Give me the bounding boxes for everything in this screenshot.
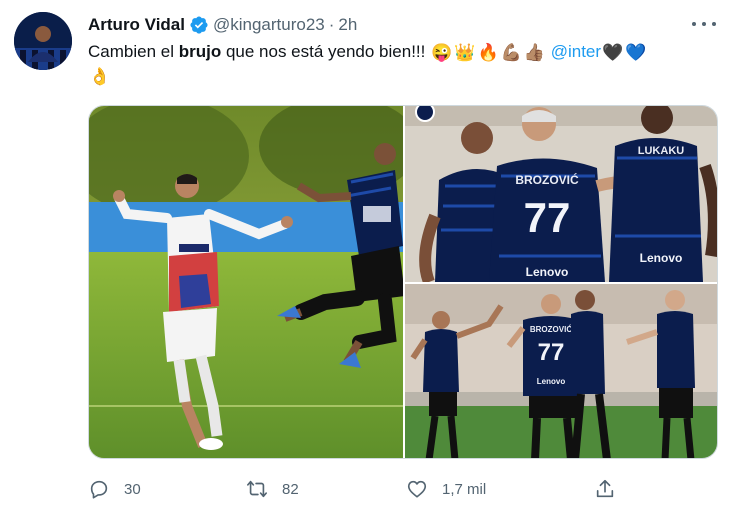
author-name[interactable]: Arturo Vidal xyxy=(88,15,185,35)
tweet-text-bold: brujo xyxy=(178,42,222,61)
reply-icon xyxy=(90,480,108,499)
separator-dot: · xyxy=(328,15,335,34)
media-image-1[interactable] xyxy=(89,106,403,458)
retweet-count: 82 xyxy=(282,480,299,498)
tweet-text: Cambien el brujo que nos está yendo bien… xyxy=(88,40,708,88)
media-grid: BROZOVIĆ 77 Lenovo LUKAKU Lenovo BROZOVI… xyxy=(88,105,718,459)
sponsor-lenovo-left: Lenovo xyxy=(526,265,569,279)
jersey-number-77-wide: 77 xyxy=(538,339,565,366)
avatar-image xyxy=(14,12,72,70)
emoji-crown: 👑 xyxy=(454,42,476,62)
like-count: 1,7 mil xyxy=(442,480,487,498)
like-button[interactable]: 1,7 mil xyxy=(406,474,486,504)
tweet-header: Arturo Vidal @kingarturo23 · 2h xyxy=(88,13,357,37)
tweet-actions: 30 82 1,7 mil xyxy=(88,474,648,504)
tweet-text-suffix: que nos está yendo bien!!! xyxy=(221,42,426,61)
retweet-icon xyxy=(247,480,267,498)
emoji-blue-heart: 💙 xyxy=(625,42,647,62)
emoji-thumbs-up: 👍🏽 xyxy=(523,42,545,62)
like-icon xyxy=(407,480,427,498)
author-handle[interactable]: @kingarturo23 xyxy=(213,15,325,35)
media-image-3[interactable]: BROZOVIĆ 77 Lenovo xyxy=(405,284,717,458)
emoji-winking-tongue: 😜 xyxy=(431,42,453,62)
retweet-button[interactable]: 82 xyxy=(246,474,299,504)
jersey-name-brozovic: BROZOVIĆ xyxy=(515,172,579,187)
media-image-2[interactable]: BROZOVIĆ 77 Lenovo LUKAKU Lenovo xyxy=(405,106,717,282)
jersey-name-lukaku: LUKAKU xyxy=(638,145,684,157)
sponsor-lenovo-wide: Lenovo xyxy=(537,377,566,386)
emoji-black-heart: 🖤 xyxy=(602,42,624,62)
emoji-fire: 🔥 xyxy=(477,42,499,62)
jersey-number-77: 77 xyxy=(524,194,571,241)
tweet-timestamp[interactable]: 2h xyxy=(338,15,357,35)
author-avatar[interactable] xyxy=(14,12,72,70)
more-options-icon[interactable] xyxy=(692,14,716,34)
reply-button[interactable]: 30 xyxy=(88,474,141,504)
reply-count: 30 xyxy=(124,480,141,498)
emoji-flexed-biceps: 💪🏽 xyxy=(500,42,522,62)
share-icon xyxy=(596,479,614,498)
sponsor-lenovo-right: Lenovo xyxy=(640,251,683,265)
mention-link[interactable]: @inter xyxy=(551,42,601,61)
jersey-name-brozovic-wide: BROZOVIĆ xyxy=(530,325,572,334)
share-button[interactable] xyxy=(594,474,616,504)
verified-badge-icon xyxy=(190,16,208,34)
tweet-text-prefix: Cambien el xyxy=(88,42,179,61)
emoji-ok-hand: 👌 xyxy=(89,66,111,86)
